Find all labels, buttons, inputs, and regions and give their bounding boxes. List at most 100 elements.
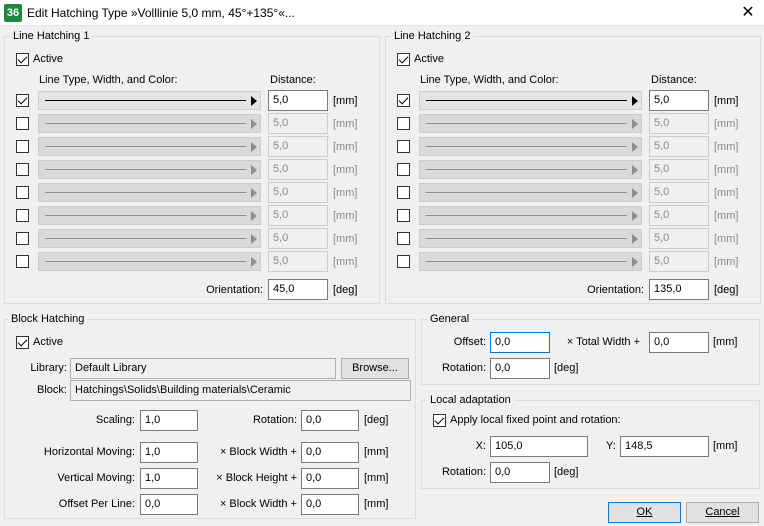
line-hatching-2-line-type-button[interactable]: [419, 137, 642, 156]
line-hatching-1-distance-input[interactable]: 5,0: [268, 90, 328, 111]
line-hatching-1-row-checkbox[interactable]: [16, 209, 29, 222]
line-hatching-2-line-type-button[interactable]: [419, 252, 642, 271]
line-hatching-1-row-checkbox[interactable]: [16, 94, 29, 107]
line-hatching-1-distance-input[interactable]: 5,0: [268, 182, 328, 203]
line-hatching-1-distance-input[interactable]: 5,0: [268, 205, 328, 226]
line-hatching-2-line-type-button[interactable]: [419, 114, 642, 133]
line-hatching-2-distance-unit: [mm]: [714, 233, 739, 245]
line-hatching-2-row-checkbox[interactable]: [397, 255, 410, 268]
line-hatching-2-row-checkbox[interactable]: [397, 232, 410, 245]
vertical-moving-add-input[interactable]: 0,0: [301, 468, 359, 489]
line-hatching-2-row-checkbox[interactable]: [397, 209, 410, 222]
arrow-right-icon: [632, 96, 638, 106]
line-hatching-1-line-type-button[interactable]: [38, 206, 261, 225]
line-hatching-1-distance-unit: [mm]: [333, 141, 358, 153]
line-hatching-1-row-checkbox[interactable]: [16, 232, 29, 245]
line-hatching-2-orientation-input[interactable]: 135,0: [649, 279, 709, 300]
line-hatching-1-distance-input[interactable]: 5,0: [268, 136, 328, 157]
block-rotation-input[interactable]: 0,0: [301, 410, 359, 431]
line-hatching-2-distance-input[interactable]: 5,0: [649, 90, 709, 111]
line-hatching-1-line-type-button[interactable]: [38, 160, 261, 179]
line-hatching-1-distance-input[interactable]: 5,0: [268, 251, 328, 272]
line-hatching-2-distance-input[interactable]: 5,0: [649, 182, 709, 203]
cancel-button[interactable]: Cancel: [686, 502, 759, 523]
line-hatching-1-line-type-button[interactable]: [38, 252, 261, 271]
apply-local-checkbox[interactable]: [433, 414, 446, 427]
line-hatching-2-row-checkbox[interactable]: [397, 117, 410, 130]
scaling-input[interactable]: 1,0: [140, 410, 198, 431]
line-hatching-2-distance-input[interactable]: 5,0: [649, 113, 709, 134]
offset-per-line-add-input[interactable]: 0,0: [301, 494, 359, 515]
offset-op: × Total Width +: [566, 336, 640, 348]
line-hatching-2-line-type-button[interactable]: [419, 160, 642, 179]
line-hatching-1-row-checkbox[interactable]: [16, 163, 29, 176]
line-hatching-2-distance-input[interactable]: 5,0: [649, 136, 709, 157]
line-hatching-1-orientation-input[interactable]: 45,0: [268, 279, 328, 300]
block-hatching-active-label: Active: [33, 336, 63, 348]
line-hatching-2-row-checkbox[interactable]: [397, 163, 410, 176]
line-hatching-1-active-checkbox[interactable]: [16, 53, 29, 66]
line-hatching-1-row-checkbox[interactable]: [16, 186, 29, 199]
line-hatching-1-row-checkbox[interactable]: [16, 117, 29, 130]
vertical-moving-input[interactable]: 1,0: [140, 468, 198, 489]
offset-per-line-input[interactable]: 0,0: [140, 494, 198, 515]
line-hatching-1-line-type-button[interactable]: [38, 229, 261, 248]
offset-per-line-op: × Block Width +: [219, 498, 297, 510]
line-hatching-1-distance-input[interactable]: 5,0: [268, 159, 328, 180]
line-hatching-1-line-type-button[interactable]: [38, 183, 261, 202]
line-hatching-2-distance-unit: [mm]: [714, 164, 739, 176]
line-hatching-1-line-type-button[interactable]: [38, 114, 261, 133]
line-hatching-2-row-checkbox[interactable]: [397, 94, 410, 107]
line-hatching-2-line-type-button[interactable]: [419, 183, 642, 202]
library-field: Default Library: [70, 358, 336, 379]
general-rotation-input[interactable]: 0,0: [490, 358, 550, 379]
arrow-right-icon: [632, 234, 638, 244]
block-hatching-active-checkbox[interactable]: [16, 336, 29, 349]
line-hatching-2-row-checkbox[interactable]: [397, 186, 410, 199]
line-hatching-1-orientation-label: Orientation:: [206, 284, 263, 296]
line-hatching-1-distance-unit: [mm]: [333, 187, 358, 199]
line-preview: [45, 238, 246, 239]
library-label: Library:: [30, 362, 67, 374]
vertical-moving-op: × Block Height +: [216, 472, 297, 484]
general-group: [421, 319, 760, 385]
horizontal-moving-add-input[interactable]: 0,0: [301, 442, 359, 463]
line-hatching-1-distance-input[interactable]: 5,0: [268, 113, 328, 134]
arrow-right-icon: [632, 211, 638, 221]
ok-button[interactable]: OK: [608, 502, 681, 523]
local-rotation-input[interactable]: 0,0: [490, 462, 550, 483]
line-preview: [426, 100, 627, 101]
line-hatching-2-line-type-button[interactable]: [419, 206, 642, 225]
line-hatching-2-line-type-button[interactable]: [419, 229, 642, 248]
line-hatching-1-line-type-button[interactable]: [38, 137, 261, 156]
line-hatching-2-distance-unit: [mm]: [714, 210, 739, 222]
horizontal-moving-unit: [mm]: [364, 446, 389, 458]
arrow-right-icon: [251, 234, 257, 244]
line-hatching-1-distance-input[interactable]: 5,0: [268, 228, 328, 249]
line-preview: [45, 215, 246, 216]
offset-input[interactable]: 0,0: [490, 332, 550, 353]
line-hatching-1-line-type-button[interactable]: [38, 91, 261, 110]
general-rotation-unit: [deg]: [554, 362, 579, 374]
line-hatching-2-distance-input[interactable]: 5,0: [649, 251, 709, 272]
line-hatching-2-distance-input[interactable]: 5,0: [649, 159, 709, 180]
line-hatching-2-line-type-button[interactable]: [419, 91, 642, 110]
title-bar: 36 Edit Hatching Type »Volllinie 5,0 mm,…: [0, 0, 764, 26]
browse-button[interactable]: Browse...: [341, 358, 409, 379]
horizontal-moving-input[interactable]: 1,0: [140, 442, 198, 463]
line-hatching-2-active-checkbox[interactable]: [397, 53, 410, 66]
line-hatching-2-distance-input[interactable]: 5,0: [649, 228, 709, 249]
y-input[interactable]: 148,5: [620, 436, 709, 457]
close-icon[interactable]: ✕: [734, 2, 762, 24]
arrow-right-icon: [251, 257, 257, 267]
x-label: X:: [475, 440, 486, 452]
line-hatching-1-row-checkbox[interactable]: [16, 255, 29, 268]
offset-add-input[interactable]: 0,0: [649, 332, 709, 353]
x-input[interactable]: 105,0: [490, 436, 588, 457]
general-title: General: [427, 313, 473, 325]
line-hatching-1-row-checkbox[interactable]: [16, 140, 29, 153]
horizontal-moving-op: × Block Width +: [219, 446, 297, 458]
line-hatching-2-distance-input[interactable]: 5,0: [649, 205, 709, 226]
line-hatching-1-distance-unit: [mm]: [333, 210, 358, 222]
line-hatching-2-row-checkbox[interactable]: [397, 140, 410, 153]
